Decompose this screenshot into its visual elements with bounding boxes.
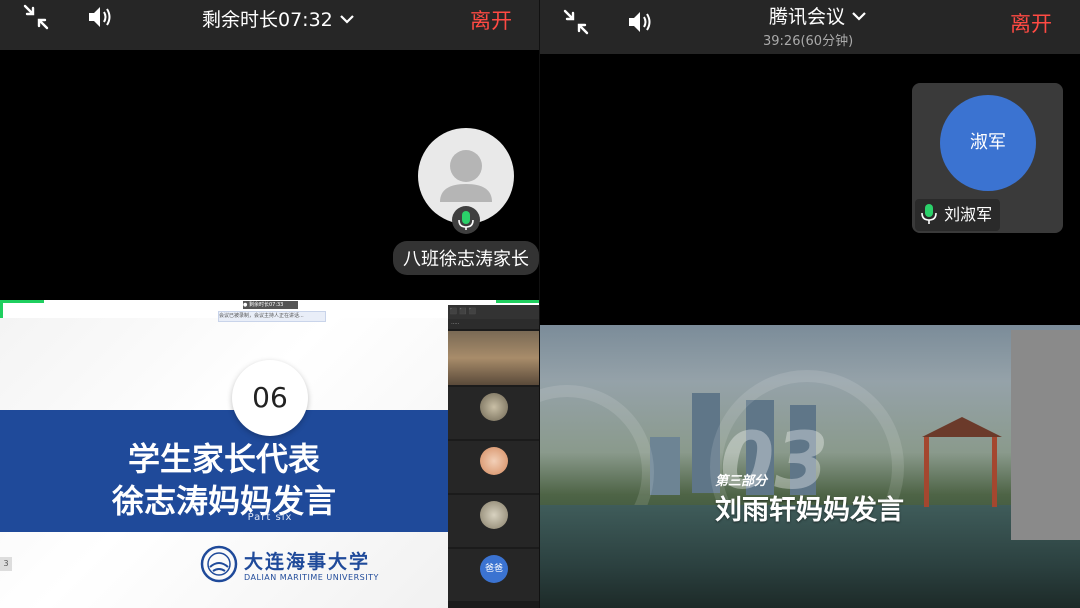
panel-avatar xyxy=(480,501,508,529)
leave-button[interactable]: 离开 xyxy=(1010,8,1052,38)
panel-participant-tile xyxy=(448,387,540,439)
share-frame-corner xyxy=(0,300,44,303)
meeting-timer-title[interactable]: 剩余时长07:32 xyxy=(202,5,355,32)
shared-screen-right: 03 第三部分 刘雨轩妈妈发言 xyxy=(540,325,1080,608)
participant-name: 刘淑军 xyxy=(944,205,993,224)
share-frame-corner xyxy=(0,300,3,318)
participant-name-tag: 刘淑军 xyxy=(915,199,1001,231)
university-logo-icon xyxy=(200,545,238,583)
chevron-down-icon xyxy=(339,15,354,24)
pavilion-pillar xyxy=(992,437,997,507)
slide-speech-title: 刘雨轩妈妈发言 xyxy=(715,495,904,526)
panel-video-tile xyxy=(448,331,540,385)
microphone-icon xyxy=(458,211,474,230)
panel-participant-tile: 爸爸 xyxy=(448,549,540,601)
page-edge-number: 3 xyxy=(0,557,12,571)
pavilion-roof xyxy=(922,417,1002,437)
speaker-icon[interactable] xyxy=(626,8,654,36)
share-frame-corner xyxy=(496,300,540,303)
panel-toolbar: ⬛ ⬛ ⬛ xyxy=(448,305,540,319)
pavilion-pillar xyxy=(924,437,929,507)
recording-indicator: ● 剩余时长07:33 xyxy=(243,301,298,309)
left-meeting-screen: 剩余时长07:32 离开 八班徐志涛家长 ● 剩余时长07:33 会议已被录制，… xyxy=(0,0,540,608)
microphone-icon xyxy=(921,204,937,224)
panel-avatar-text: 爸爸 xyxy=(480,555,508,583)
panel-avatar xyxy=(480,447,508,475)
video-placeholder-strip xyxy=(1011,330,1080,540)
leave-button[interactable]: 离开 xyxy=(470,5,512,35)
panel-participant-tile xyxy=(448,495,540,547)
mic-status xyxy=(452,206,480,234)
meeting-app-title[interactable]: 腾讯会议 xyxy=(769,2,867,29)
participant-name: 八班徐志涛家长 xyxy=(393,241,539,275)
participant-card[interactable]: 淑军 刘淑军 xyxy=(912,83,1063,233)
panel-avatar xyxy=(480,393,508,421)
university-logo: 大连海事大学 DALIAN MARITIME UNIVERSITY xyxy=(200,545,380,589)
panel-tabs: ····· xyxy=(448,319,540,329)
notification-tip: 会议已被录制，会议主持人正在讲话... xyxy=(218,311,326,322)
top-bar: 剩余时长07:32 离开 xyxy=(0,0,540,50)
shared-participant-panel: ⬛ ⬛ ⬛ ····· 爸爸 xyxy=(448,305,540,608)
university-name-en: DALIAN MARITIME UNIVERSITY xyxy=(244,573,379,582)
meeting-duration: 39:26(60分钟) xyxy=(763,34,854,49)
chevron-down-icon xyxy=(852,12,866,21)
speaker-icon[interactable] xyxy=(86,3,114,31)
slide-number: 06 xyxy=(232,360,308,436)
slide-title-line1: 学生家长代表 xyxy=(127,440,320,478)
university-name-cn: 大连海事大学 xyxy=(244,551,371,573)
shared-screen-left: ● 剩余时长07:33 会议已被录制，会议主持人正在讲话... 06 学生家长代… xyxy=(0,300,540,608)
slide-part-label: 第三部分 xyxy=(715,474,768,489)
exit-fullscreen-icon[interactable] xyxy=(562,8,590,36)
background-building xyxy=(650,437,680,495)
exit-fullscreen-icon[interactable] xyxy=(22,3,50,31)
participant-avatar: 淑军 xyxy=(940,95,1036,191)
top-bar: 腾讯会议 39:26(60分钟) 离开 xyxy=(540,0,1080,54)
panel-participant-tile xyxy=(448,441,540,493)
